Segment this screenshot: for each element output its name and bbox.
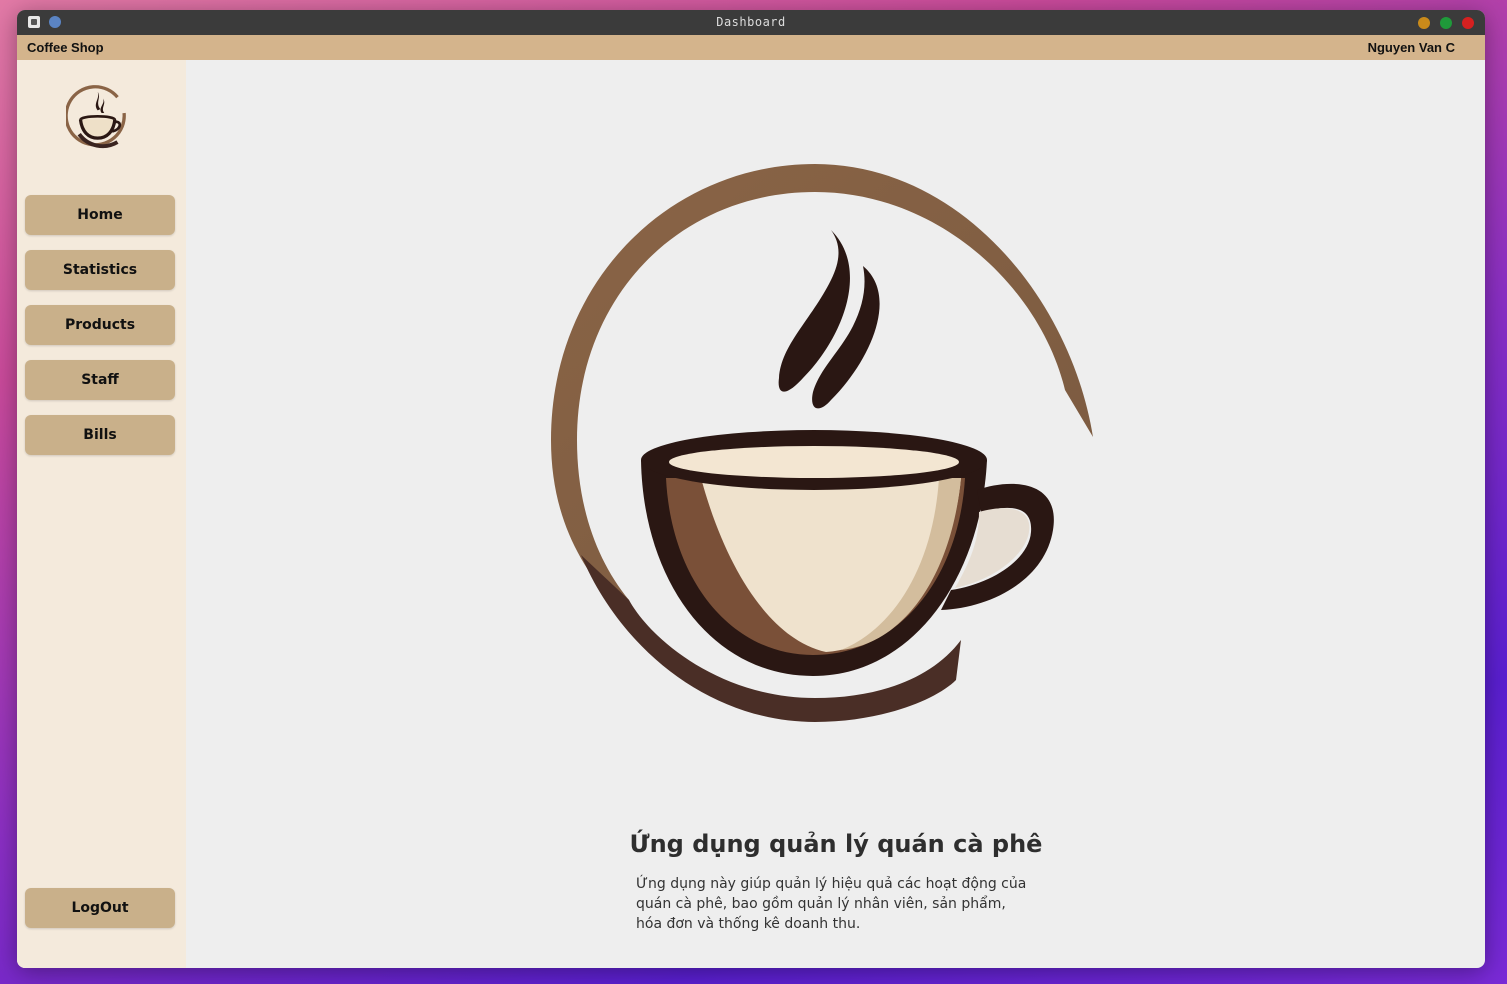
window-title: Dashboard [716, 15, 786, 29]
coffee-cup-icon [551, 164, 1093, 722]
page-title: Ứng dụng quản lý quán cà phê [629, 830, 1043, 858]
sidebar-item-staff[interactable]: Staff [25, 360, 175, 400]
minimize-button[interactable] [1418, 17, 1430, 29]
logout-button[interactable]: LogOut [25, 888, 175, 928]
coffee-cup-icon [66, 85, 126, 149]
title-bar[interactable]: Dashboard [17, 10, 1485, 35]
sidebar-item-home[interactable]: Home [25, 195, 175, 235]
maximize-button[interactable] [1440, 17, 1452, 29]
main-content: Ứng dụng quản lý quán cà phê Ứng dụng nà… [186, 60, 1485, 968]
app-description: Ứng dụng này giúp quản lý hiệu quả các h… [636, 876, 1027, 932]
user-name: Nguyen Van C [1367, 40, 1455, 55]
sidebar-item-products[interactable]: Products [25, 305, 175, 345]
close-button[interactable] [1462, 17, 1474, 29]
app-window: Dashboard Coffee Shop Nguyen Van C Home … [17, 10, 1485, 968]
sidebar-item-bills[interactable]: Bills [25, 415, 175, 455]
sidebar-item-statistics[interactable]: Statistics [25, 250, 175, 290]
window-controls [1418, 17, 1474, 29]
shop-name: Coffee Shop [27, 40, 104, 55]
header-bar: Coffee Shop Nguyen Van C [17, 35, 1485, 60]
sidebar: Home Statistics Products Staff Bills Log… [17, 60, 186, 968]
